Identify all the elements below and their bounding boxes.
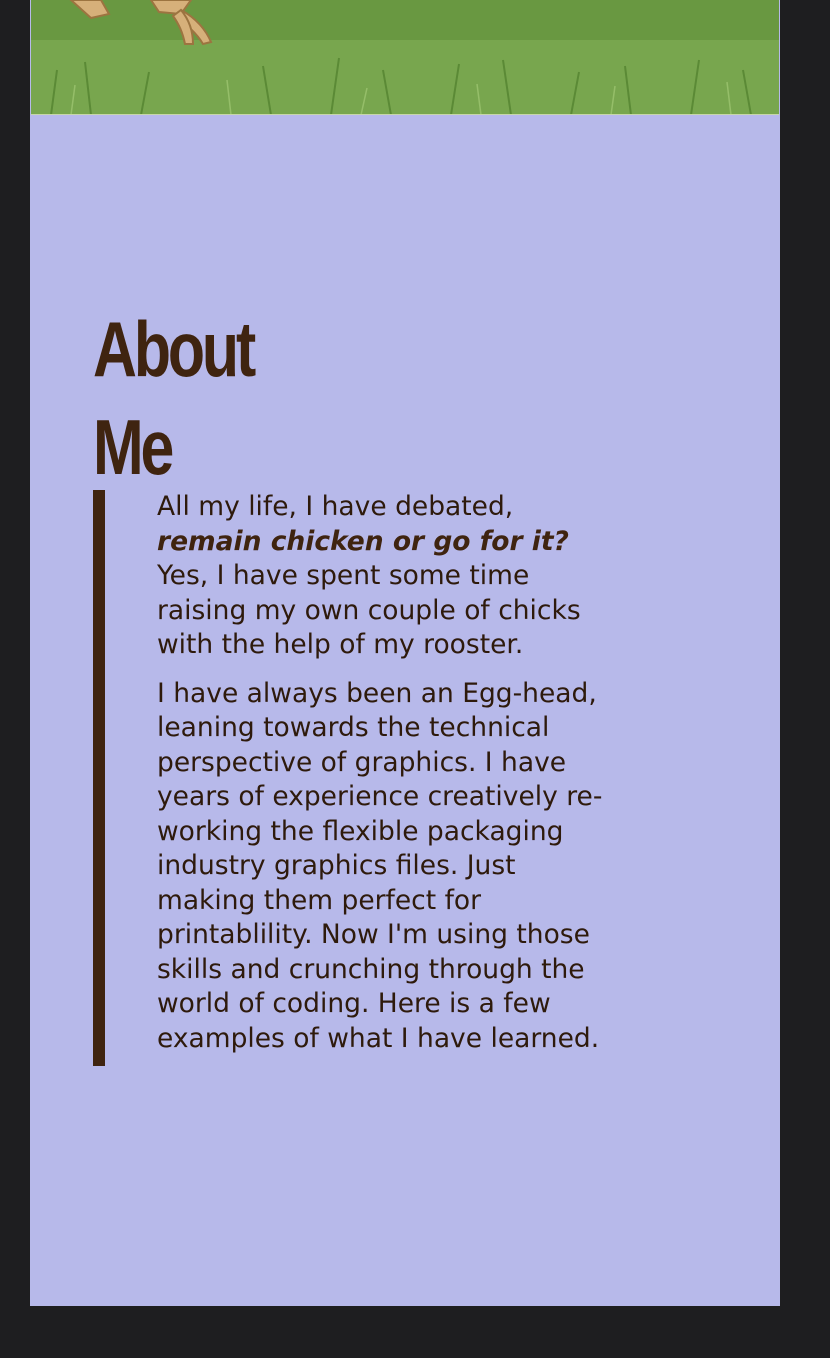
about-paragraph-2: I have always been an Egg-head, leaning …	[157, 677, 603, 1054]
about-heading-line2: Me	[93, 403, 174, 491]
about-paragraph-1: All my life, I have debated, remain chick…	[157, 490, 607, 663]
page-container: About Me All my life, I have debated, rem…	[30, 0, 780, 1306]
about-paragraph-1-intro: All my life, I have debated,	[157, 491, 514, 522]
chicken-feet-grass-image	[31, 0, 779, 115]
about-paragraph-1-rest: Yes, I have spent some time raising my o…	[157, 560, 581, 660]
about-heading: About Me	[93, 300, 296, 496]
about-paragraph-1-emphasis: remain chicken or go for it?	[157, 525, 569, 557]
about-section: About Me All my life, I have debated, rem…	[93, 300, 602, 1066]
about-text-block: All my life, I have debated, remain chick…	[93, 490, 613, 1066]
about-heading-line1: About	[93, 305, 256, 393]
hero-image	[31, 0, 779, 115]
